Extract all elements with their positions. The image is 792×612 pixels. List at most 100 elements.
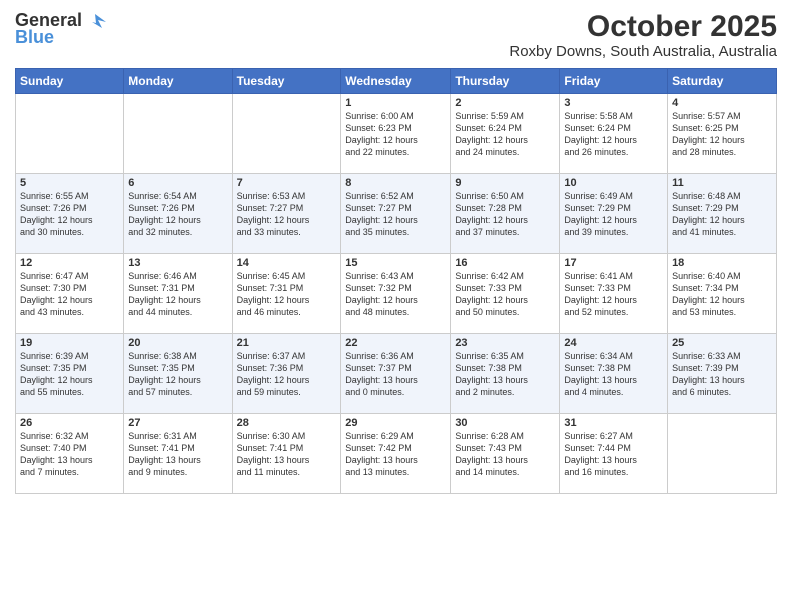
- day-number: 22: [345, 337, 446, 349]
- day-number: 12: [20, 257, 119, 269]
- day-number: 11: [672, 177, 772, 189]
- day-number: 7: [237, 177, 337, 189]
- day-info: Sunrise: 6:40 AM Sunset: 7:34 PM Dayligh…: [672, 270, 772, 319]
- day-number: 23: [455, 337, 555, 349]
- day-number: 13: [128, 257, 227, 269]
- day-number: 4: [672, 97, 772, 109]
- calendar-cell: 4Sunrise: 5:57 AM Sunset: 6:25 PM Daylig…: [668, 94, 777, 174]
- day-info: Sunrise: 6:34 AM Sunset: 7:38 PM Dayligh…: [564, 350, 663, 399]
- page: General Blue October 2025 Roxby Downs, S…: [0, 0, 792, 612]
- calendar-cell: 25Sunrise: 6:33 AM Sunset: 7:39 PM Dayli…: [668, 334, 777, 414]
- day-number: 9: [455, 177, 555, 189]
- day-info: Sunrise: 6:43 AM Sunset: 7:32 PM Dayligh…: [345, 270, 446, 319]
- calendar-cell: 11Sunrise: 6:48 AM Sunset: 7:29 PM Dayli…: [668, 174, 777, 254]
- day-info: Sunrise: 6:49 AM Sunset: 7:29 PM Dayligh…: [564, 190, 663, 239]
- calendar-week-row: 5Sunrise: 6:55 AM Sunset: 7:26 PM Daylig…: [16, 174, 777, 254]
- day-number: 26: [20, 417, 119, 429]
- col-tuesday: Tuesday: [232, 69, 341, 94]
- calendar-cell: 13Sunrise: 6:46 AM Sunset: 7:31 PM Dayli…: [124, 254, 232, 334]
- calendar-cell: 1Sunrise: 6:00 AM Sunset: 6:23 PM Daylig…: [341, 94, 451, 174]
- day-info: Sunrise: 6:31 AM Sunset: 7:41 PM Dayligh…: [128, 430, 227, 479]
- calendar-cell: 2Sunrise: 5:59 AM Sunset: 6:24 PM Daylig…: [451, 94, 560, 174]
- calendar-cell: 10Sunrise: 6:49 AM Sunset: 7:29 PM Dayli…: [560, 174, 668, 254]
- day-number: 10: [564, 177, 663, 189]
- day-number: 3: [564, 97, 663, 109]
- day-info: Sunrise: 6:30 AM Sunset: 7:41 PM Dayligh…: [237, 430, 337, 479]
- day-info: Sunrise: 6:47 AM Sunset: 7:30 PM Dayligh…: [20, 270, 119, 319]
- day-info: Sunrise: 6:29 AM Sunset: 7:42 PM Dayligh…: [345, 430, 446, 479]
- day-info: Sunrise: 6:28 AM Sunset: 7:43 PM Dayligh…: [455, 430, 555, 479]
- day-info: Sunrise: 6:42 AM Sunset: 7:33 PM Dayligh…: [455, 270, 555, 319]
- day-number: 27: [128, 417, 227, 429]
- col-thursday: Thursday: [451, 69, 560, 94]
- calendar-cell: 26Sunrise: 6:32 AM Sunset: 7:40 PM Dayli…: [16, 414, 124, 494]
- day-number: 18: [672, 257, 772, 269]
- calendar-cell: [232, 94, 341, 174]
- day-info: Sunrise: 6:52 AM Sunset: 7:27 PM Dayligh…: [345, 190, 446, 239]
- day-info: Sunrise: 6:54 AM Sunset: 7:26 PM Dayligh…: [128, 190, 227, 239]
- day-number: 20: [128, 337, 227, 349]
- day-number: 1: [345, 97, 446, 109]
- calendar-cell: 6Sunrise: 6:54 AM Sunset: 7:26 PM Daylig…: [124, 174, 232, 254]
- day-info: Sunrise: 6:32 AM Sunset: 7:40 PM Dayligh…: [20, 430, 119, 479]
- day-number: 24: [564, 337, 663, 349]
- calendar-header-row: Sunday Monday Tuesday Wednesday Thursday…: [16, 69, 777, 94]
- calendar-cell: 9Sunrise: 6:50 AM Sunset: 7:28 PM Daylig…: [451, 174, 560, 254]
- logo-bird-icon: [84, 10, 106, 32]
- day-number: 28: [237, 417, 337, 429]
- calendar-cell: 23Sunrise: 6:35 AM Sunset: 7:38 PM Dayli…: [451, 334, 560, 414]
- calendar-cell: [16, 94, 124, 174]
- calendar-cell: 30Sunrise: 6:28 AM Sunset: 7:43 PM Dayli…: [451, 414, 560, 494]
- day-number: 16: [455, 257, 555, 269]
- calendar-cell: 3Sunrise: 5:58 AM Sunset: 6:24 PM Daylig…: [560, 94, 668, 174]
- calendar-cell: 14Sunrise: 6:45 AM Sunset: 7:31 PM Dayli…: [232, 254, 341, 334]
- header: General Blue October 2025 Roxby Downs, S…: [15, 10, 777, 60]
- day-number: 17: [564, 257, 663, 269]
- day-number: 2: [455, 97, 555, 109]
- day-info: Sunrise: 6:45 AM Sunset: 7:31 PM Dayligh…: [237, 270, 337, 319]
- calendar-cell: 18Sunrise: 6:40 AM Sunset: 7:34 PM Dayli…: [668, 254, 777, 334]
- day-info: Sunrise: 5:59 AM Sunset: 6:24 PM Dayligh…: [455, 110, 555, 159]
- day-number: 25: [672, 337, 772, 349]
- day-number: 31: [564, 417, 663, 429]
- calendar-cell: 5Sunrise: 6:55 AM Sunset: 7:26 PM Daylig…: [16, 174, 124, 254]
- logo: General Blue: [15, 10, 106, 48]
- day-info: Sunrise: 6:33 AM Sunset: 7:39 PM Dayligh…: [672, 350, 772, 399]
- title-block: October 2025 Roxby Downs, South Australi…: [509, 10, 777, 60]
- calendar-week-row: 12Sunrise: 6:47 AM Sunset: 7:30 PM Dayli…: [16, 254, 777, 334]
- day-info: Sunrise: 5:57 AM Sunset: 6:25 PM Dayligh…: [672, 110, 772, 159]
- calendar-cell: 8Sunrise: 6:52 AM Sunset: 7:27 PM Daylig…: [341, 174, 451, 254]
- day-info: Sunrise: 6:41 AM Sunset: 7:33 PM Dayligh…: [564, 270, 663, 319]
- day-number: 29: [345, 417, 446, 429]
- col-monday: Monday: [124, 69, 232, 94]
- calendar-cell: 27Sunrise: 6:31 AM Sunset: 7:41 PM Dayli…: [124, 414, 232, 494]
- day-info: Sunrise: 6:39 AM Sunset: 7:35 PM Dayligh…: [20, 350, 119, 399]
- calendar-cell: [124, 94, 232, 174]
- col-wednesday: Wednesday: [341, 69, 451, 94]
- calendar-cell: 19Sunrise: 6:39 AM Sunset: 7:35 PM Dayli…: [16, 334, 124, 414]
- day-info: Sunrise: 6:00 AM Sunset: 6:23 PM Dayligh…: [345, 110, 446, 159]
- calendar-week-row: 1Sunrise: 6:00 AM Sunset: 6:23 PM Daylig…: [16, 94, 777, 174]
- col-saturday: Saturday: [668, 69, 777, 94]
- day-info: Sunrise: 6:38 AM Sunset: 7:35 PM Dayligh…: [128, 350, 227, 399]
- day-info: Sunrise: 6:27 AM Sunset: 7:44 PM Dayligh…: [564, 430, 663, 479]
- calendar-cell: 20Sunrise: 6:38 AM Sunset: 7:35 PM Dayli…: [124, 334, 232, 414]
- day-info: Sunrise: 6:55 AM Sunset: 7:26 PM Dayligh…: [20, 190, 119, 239]
- day-info: Sunrise: 6:35 AM Sunset: 7:38 PM Dayligh…: [455, 350, 555, 399]
- day-info: Sunrise: 5:58 AM Sunset: 6:24 PM Dayligh…: [564, 110, 663, 159]
- calendar-cell: 16Sunrise: 6:42 AM Sunset: 7:33 PM Dayli…: [451, 254, 560, 334]
- calendar-cell: 31Sunrise: 6:27 AM Sunset: 7:44 PM Dayli…: [560, 414, 668, 494]
- col-friday: Friday: [560, 69, 668, 94]
- day-info: Sunrise: 6:53 AM Sunset: 7:27 PM Dayligh…: [237, 190, 337, 239]
- calendar-cell: 17Sunrise: 6:41 AM Sunset: 7:33 PM Dayli…: [560, 254, 668, 334]
- day-number: 21: [237, 337, 337, 349]
- day-number: 5: [20, 177, 119, 189]
- day-info: Sunrise: 6:46 AM Sunset: 7:31 PM Dayligh…: [128, 270, 227, 319]
- calendar-cell: 21Sunrise: 6:37 AM Sunset: 7:36 PM Dayli…: [232, 334, 341, 414]
- calendar-cell: 29Sunrise: 6:29 AM Sunset: 7:42 PM Dayli…: [341, 414, 451, 494]
- day-info: Sunrise: 6:50 AM Sunset: 7:28 PM Dayligh…: [455, 190, 555, 239]
- col-sunday: Sunday: [16, 69, 124, 94]
- calendar-title: October 2025: [509, 10, 777, 43]
- calendar-cell: 7Sunrise: 6:53 AM Sunset: 7:27 PM Daylig…: [232, 174, 341, 254]
- day-number: 6: [128, 177, 227, 189]
